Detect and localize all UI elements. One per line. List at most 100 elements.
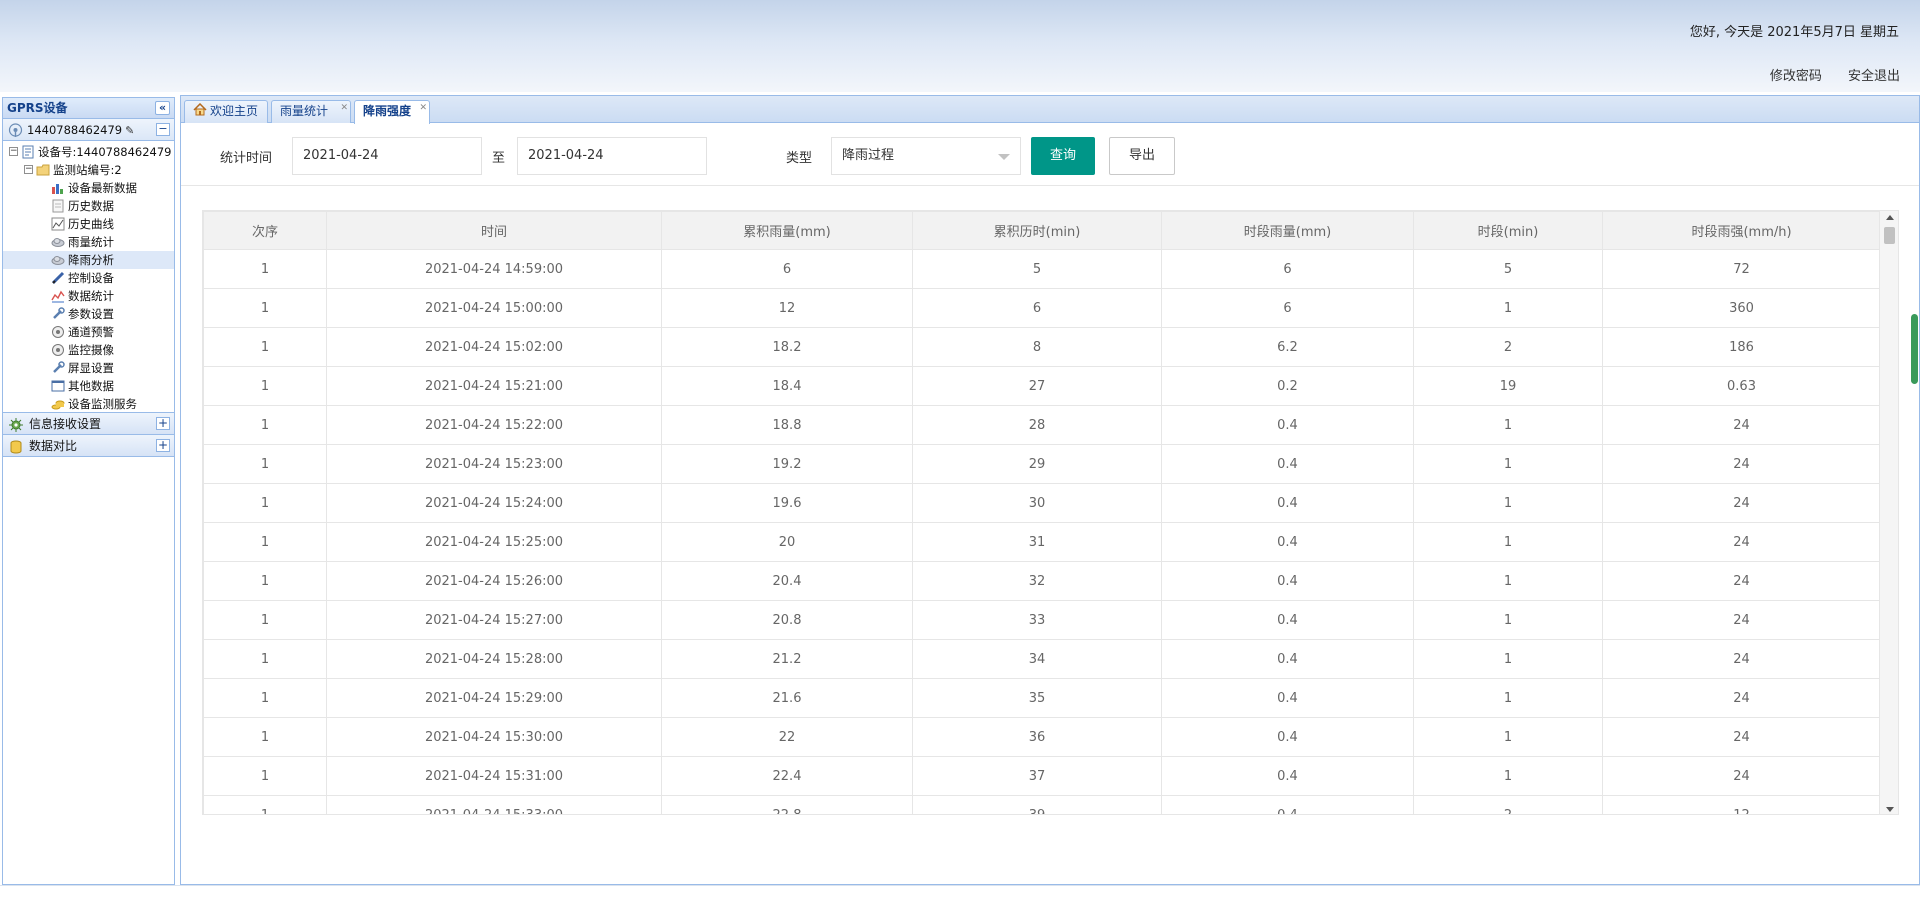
tree-item[interactable]: 降雨分析 [3,251,174,269]
table-row[interactable]: 1 2021-04-24 15:25:00 20 31 0.4 1 24 [203,522,1881,562]
tree-item[interactable]: − 监测站编号:2 [3,161,174,179]
table-cell: 0.63 [1602,366,1881,406]
tree-item[interactable]: 历史曲线 [3,215,174,233]
tree-item-label: 控制设备 [68,271,114,285]
tree-item[interactable]: 数据统计 [3,287,174,305]
table-cell: 6 [912,288,1162,328]
table-cell: 30 [912,483,1162,523]
tab-1[interactable]: 雨量统计 ✕ [271,100,351,123]
collapse-sidebar-button[interactable]: « [155,101,170,115]
table-cell: 72 [1602,249,1881,289]
table-row[interactable]: 1 2021-04-24 15:23:00 19.2 29 0.4 1 24 [203,444,1881,484]
expand-icon[interactable]: + [156,417,170,430]
table-row[interactable]: 1 2021-04-24 15:27:00 20.8 33 0.4 1 24 [203,600,1881,640]
table-row[interactable]: 1 2021-04-24 15:22:00 18.8 28 0.4 1 24 [203,405,1881,445]
start-date-input[interactable]: 2021-04-24 [292,137,482,175]
device-bar[interactable]: 1440788462479 ✎ − [3,119,174,141]
table-row[interactable]: 1 2021-04-24 15:00:00 12 6 6 1 360 [203,288,1881,328]
accordion-header[interactable]: 信息接收设置 + [3,412,174,435]
table-cell: 0.4 [1161,600,1414,640]
export-button[interactable]: 导出 [1109,137,1175,175]
table-cell: 20 [661,522,913,562]
table-cell: 1 [203,561,327,601]
collapse-device-button[interactable]: − [156,123,170,136]
device-tree: − 设备号:1440788462479− 监测站编号:2 设备最新数据 历史数据 历史曲线… [3,141,174,413]
table-cell: 22.4 [661,756,913,796]
scroll-down-icon[interactable] [1886,807,1894,812]
tab-0[interactable]: 欢迎主页 [184,100,268,123]
table-cell: 6 [1161,288,1414,328]
logout-link[interactable]: 安全退出 [1848,69,1900,84]
tree-item[interactable]: − 设备号:1440788462479 [3,143,174,161]
table-row[interactable]: 1 2021-04-24 15:30:00 22 36 0.4 1 24 [203,717,1881,757]
table-row[interactable]: 1 2021-04-24 15:26:00 20.4 32 0.4 1 24 [203,561,1881,601]
table-cell: 1 [203,795,327,814]
table-cell: 2021-04-24 15:21:00 [326,366,662,406]
dropdown-arrow-icon [998,154,1010,160]
table-cell: 22.8 [661,795,913,814]
page-scroll-thumb[interactable] [1911,314,1918,384]
table-row[interactable]: 1 2021-04-24 15:02:00 18.2 8 6.2 2 186 [203,327,1881,367]
table-cell: 12 [1602,795,1881,814]
table-cell: 34 [912,639,1162,679]
tree-item[interactable]: 设备最新数据 [3,179,174,197]
tree-item[interactable]: 控制设备 [3,269,174,287]
close-icon[interactable]: ✕ [340,98,348,119]
table-cell: 0.4 [1161,678,1414,718]
tree-item-label: 通道预警 [68,325,114,339]
end-date-input[interactable]: 2021-04-24 [517,137,707,175]
column-header[interactable]: 时段雨强(mm/h) [1602,211,1881,250]
table-row[interactable]: 1 2021-04-24 15:21:00 18.4 27 0.2 19 0.63 [203,366,1881,406]
main-panel: 欢迎主页 雨量统计 ✕ 降雨强度 ✕ 统计时间 2021-04-24 至 2021-04… [180,95,1920,885]
table-row[interactable]: 1 2021-04-24 15:33:00 22.8 39 0.4 2 12 [203,795,1881,814]
column-header[interactable]: 累积历时(min) [912,211,1162,250]
column-header[interactable]: 时间 [326,211,662,250]
tree-item[interactable]: 历史数据 [3,197,174,215]
page-scrollbar[interactable] [1909,314,1919,384]
table-scrollbar[interactable] [1879,211,1898,814]
table-cell: 24 [1602,600,1881,640]
tree-item[interactable]: 设备监测服务 [3,395,174,413]
tree-item[interactable]: 参数设置 [3,305,174,323]
expand-icon[interactable]: + [156,439,170,452]
change-password-link[interactable]: 修改密码 [1770,69,1822,84]
table-cell: 0.4 [1161,639,1414,679]
tree-toggle-icon[interactable]: − [9,147,18,156]
table-row[interactable]: 1 2021-04-24 15:29:00 21.6 35 0.4 1 24 [203,678,1881,718]
table-row[interactable]: 1 2021-04-24 15:31:00 22.4 37 0.4 1 24 [203,756,1881,796]
table-row[interactable]: 1 2021-04-24 14:59:00 6 5 6 5 72 [203,249,1881,289]
query-button[interactable]: 查询 [1031,137,1095,175]
pencil-icon[interactable]: ✎ [125,120,134,142]
table-cell: 0.4 [1161,795,1414,814]
tree-item[interactable]: 通道预警 [3,323,174,341]
table-row[interactable]: 1 2021-04-24 15:28:00 21.2 34 0.4 1 24 [203,639,1881,679]
tree-item[interactable]: 屏显设置 [3,359,174,377]
type-select[interactable]: 降雨过程 [831,137,1021,175]
table-cell: 19.6 [661,483,913,523]
signal-icon [8,123,23,137]
tree-toggle-icon[interactable]: − [24,165,33,174]
top-links: 修改密码 安全退出 [1748,65,1900,84]
column-header[interactable]: 累积雨量(mm) [661,211,913,250]
rainfall-intensity-table: 次序 时间 累积雨量(mm) 累积历时(min) 时段雨量(mm) 时段(min) 时段雨强… [203,211,1881,814]
table-cell: 1 [1413,639,1603,679]
tree-item-label: 监控摄像 [68,343,114,357]
table-row[interactable]: 1 2021-04-24 15:24:00 19.6 30 0.4 1 24 [203,483,1881,523]
tab-2[interactable]: 降雨强度 ✕ [354,100,430,124]
table-cell: 39 [912,795,1162,814]
close-icon[interactable]: ✕ [419,98,427,119]
table-cell: 2021-04-24 15:27:00 [326,600,662,640]
column-header[interactable]: 时段雨量(mm) [1161,211,1414,250]
scroll-up-icon[interactable] [1886,215,1894,220]
tree-item[interactable]: 其他数据 [3,377,174,395]
table-cell: 24 [1602,639,1881,679]
column-header[interactable]: 时段(min) [1413,211,1603,250]
column-header[interactable]: 次序 [203,211,327,250]
table-cell: 24 [1602,522,1881,562]
accordion-header[interactable]: 数据对比 + [3,434,174,457]
tree-item[interactable]: 雨量统计 [3,233,174,251]
scroll-thumb[interactable] [1884,227,1895,244]
table-cell: 24 [1602,483,1881,523]
table-cell: 29 [912,444,1162,484]
tree-item[interactable]: 监控摄像 [3,341,174,359]
